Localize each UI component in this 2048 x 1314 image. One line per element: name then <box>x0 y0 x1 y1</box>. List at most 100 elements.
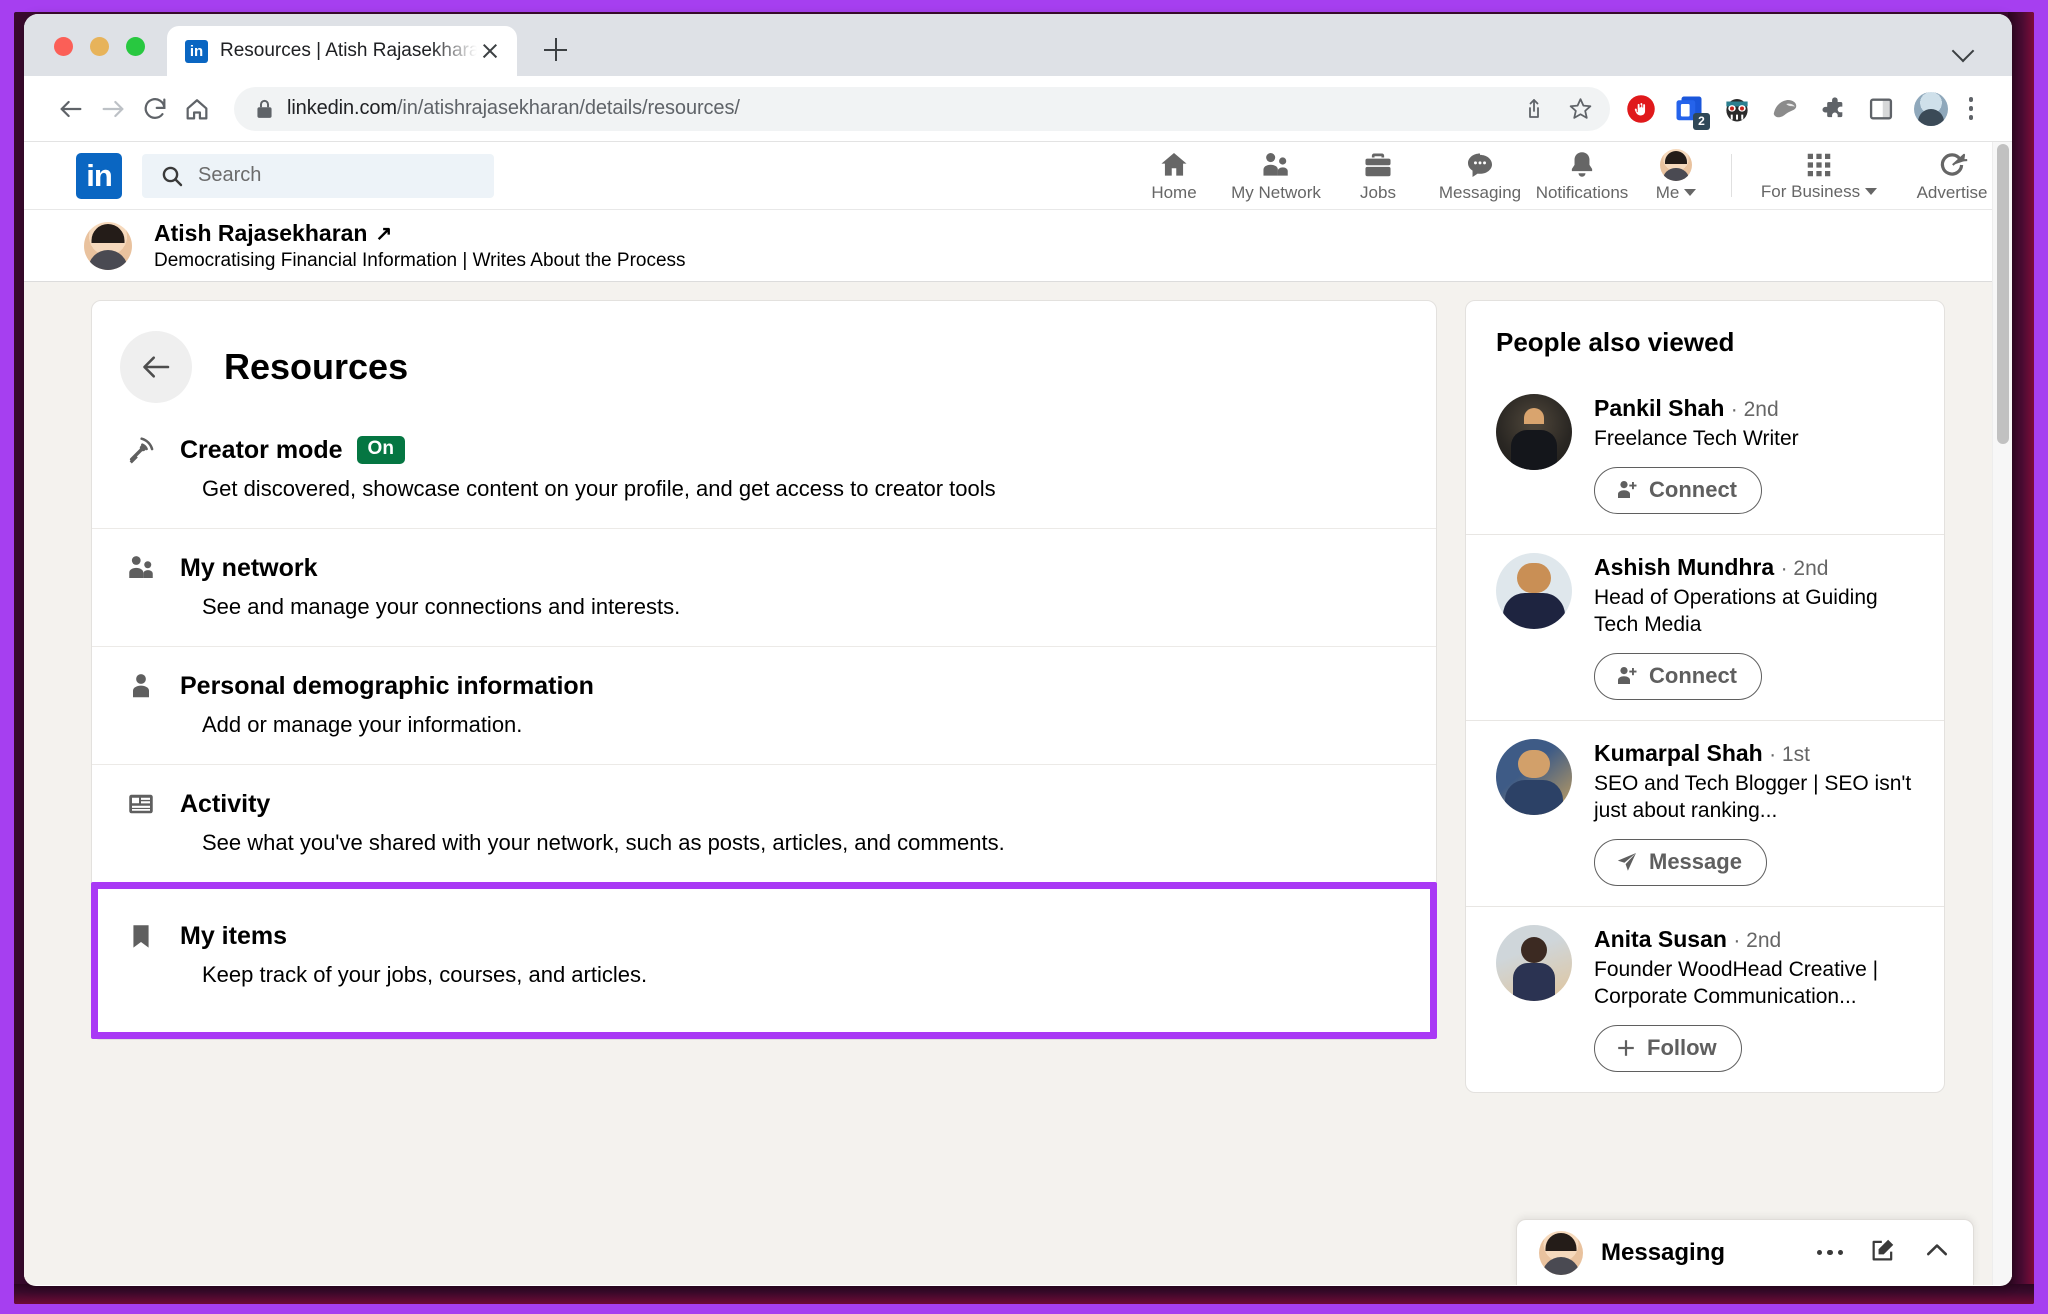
resource-item-title: My network <box>180 554 318 583</box>
close-tab-icon[interactable] <box>477 38 503 64</box>
person-body: Ashish Mundhra · 2nd Head of Operations … <box>1594 553 1918 700</box>
adblock-icon[interactable] <box>1618 86 1664 132</box>
browser-menu-kebab-icon[interactable] <box>1954 87 1988 131</box>
jobs-briefcase-icon <box>1362 149 1394 181</box>
nav-label: Messaging <box>1439 183 1521 203</box>
resource-item-title-row: Personal demographic information <box>180 672 594 701</box>
tab-manager-badge-count: 2 <box>1693 113 1710 130</box>
linkedin-logo[interactable]: in <box>76 153 122 199</box>
nav-label: Me <box>1656 183 1680 203</box>
maximize-window-button[interactable] <box>126 37 145 56</box>
nav-item-me[interactable]: Me <box>1633 142 1719 209</box>
search-input[interactable]: Search <box>142 154 494 198</box>
person-name: Pankil Shah <box>1594 395 1724 421</box>
browser-tab-strip: in Resources | Atish Rajasekharan <box>24 14 2012 76</box>
message-button[interactable]: Message <box>1594 839 1767 886</box>
browser-tab[interactable]: in Resources | Atish Rajasekharan <box>167 26 517 76</box>
reading-list-icon[interactable] <box>1858 86 1904 132</box>
tab-search-chevron-down-icon[interactable] <box>1952 38 1974 60</box>
url-text: linkedin.com/in/atishrajasekharan/detail… <box>287 97 740 120</box>
resource-item-my-network[interactable]: My network See and manage your connectio… <box>92 528 1436 646</box>
list-item[interactable]: Pankil Shah · 2nd Freelance Tech Writer … <box>1466 376 1944 534</box>
person-headline: Head of Operations at Guiding Tech Media <box>1594 585 1918 639</box>
my-network-icon <box>1260 149 1292 181</box>
avatar <box>1539 1231 1583 1275</box>
home-icon[interactable] <box>176 88 218 130</box>
chevron-down-icon <box>1684 189 1696 196</box>
person-name-row[interactable]: Pankil Shah · 2nd <box>1594 395 1779 421</box>
browser-extensions: 2 <box>1618 86 1904 132</box>
follow-button[interactable]: Follow <box>1594 1025 1742 1072</box>
page-scrollbar-thumb[interactable] <box>1997 144 2009 444</box>
page-viewport: in Search Home My Network <box>24 142 2012 1285</box>
nav-item-messaging[interactable]: Messaging <box>1429 142 1531 209</box>
profile-headline: Democratising Financial Information | Wr… <box>154 250 686 272</box>
browser-window: in Resources | Atish Rajasekharan <box>24 14 2012 1286</box>
close-window-button[interactable] <box>54 37 73 56</box>
share-icon[interactable] <box>1512 87 1556 131</box>
nav-label: Notifications <box>1536 183 1629 203</box>
address-bar[interactable]: linkedin.com/in/atishrajasekharan/detail… <box>234 87 1610 131</box>
nav-item-for-business[interactable]: For Business <box>1746 142 1892 209</box>
nav-item-notifications[interactable]: Notifications <box>1531 142 1633 209</box>
resource-item-subtitle: Add or manage your information. <box>202 712 1406 738</box>
nav-item-jobs[interactable]: Jobs <box>1327 142 1429 209</box>
privacy-badger-icon[interactable] <box>1714 86 1760 132</box>
messaging-dock[interactable]: Messaging <box>1516 1219 1974 1285</box>
forward-navigation-icon[interactable] <box>92 88 134 130</box>
compose-message-icon[interactable] <box>1869 1236 1897 1269</box>
resource-item-top: Creator mode On <box>124 433 1406 467</box>
list-item[interactable]: Anita Susan · 2nd Founder WoodHead Creat… <box>1466 906 1944 1092</box>
person-name-row[interactable]: Kumarpal Shah · 1st <box>1594 740 1810 766</box>
extensions-puzzle-icon[interactable] <box>1810 86 1856 132</box>
browser-profile-avatar[interactable] <box>1914 92 1948 126</box>
resources-card: Resources Creator mode On <box>91 300 1437 1040</box>
nav-item-my-network[interactable]: My Network <box>1225 142 1327 209</box>
resource-item-top: Personal demographic information <box>124 669 1406 703</box>
bookmark-star-icon[interactable] <box>1558 87 1602 131</box>
tab-manager-icon[interactable]: 2 <box>1666 86 1712 132</box>
avatar[interactable] <box>1496 925 1572 1001</box>
my-network-people-icon <box>124 551 158 585</box>
resource-item-personal-demographic-information[interactable]: Personal demographic information Add or … <box>92 646 1436 764</box>
more-options-icon[interactable] <box>1817 1250 1844 1256</box>
reload-icon[interactable] <box>134 88 176 130</box>
avatar[interactable] <box>1496 553 1572 629</box>
connect-button[interactable]: Connect <box>1594 653 1762 700</box>
linkedin-global-nav: in Search Home My Network <box>24 142 2012 210</box>
resource-item-subtitle: Keep track of your jobs, courses, and ar… <box>202 962 1400 988</box>
expand-chevron-up-icon[interactable] <box>1923 1236 1951 1269</box>
connect-button-label: Connect <box>1649 477 1737 503</box>
lock-icon <box>256 99 273 119</box>
list-item[interactable]: Kumarpal Shah · 1st SEO and Tech Blogger… <box>1466 720 1944 906</box>
profile-avatar[interactable] <box>84 222 132 270</box>
minimize-window-button[interactable] <box>90 37 109 56</box>
messaging-icon <box>1464 149 1496 181</box>
connect-button[interactable]: Connect <box>1594 467 1762 514</box>
window-traffic-lights <box>24 37 145 76</box>
page-scrollbar[interactable] <box>1992 142 2012 1285</box>
person-name-row[interactable]: Ashish Mundhra · 2nd <box>1594 554 1828 580</box>
new-tab-button[interactable] <box>533 28 577 72</box>
profile-name[interactable]: Atish Rajasekharan ↗ <box>154 220 686 247</box>
resource-item-activity[interactable]: Activity See what you've shared with you… <box>92 764 1436 882</box>
decorative-frame: in Resources | Atish Rajasekharan <box>0 0 2048 1314</box>
home-icon <box>1158 149 1190 181</box>
ghostery-icon[interactable] <box>1762 86 1808 132</box>
nav-item-home[interactable]: Home <box>1123 142 1225 209</box>
messaging-dock-title: Messaging <box>1601 1239 1725 1267</box>
profile-sub-bar: Atish Rajasekharan ↗ Democratising Finan… <box>24 210 2012 282</box>
list-item[interactable]: Ashish Mundhra · 2nd Head of Operations … <box>1466 534 1944 720</box>
connection-degree: · 2nd <box>1731 398 1779 421</box>
resource-item-top: My network <box>124 551 1406 585</box>
people-also-viewed-card: People also viewed Pankil Shah · 2nd Fre… <box>1465 300 1945 1093</box>
back-navigation-icon[interactable] <box>50 88 92 130</box>
avatar[interactable] <box>1496 739 1572 815</box>
arrow-left-icon <box>138 349 174 385</box>
resource-item-top: Activity <box>124 787 1406 821</box>
resource-item-my-items[interactable]: My items Keep track of your jobs, course… <box>98 889 1430 1032</box>
person-name-row[interactable]: Anita Susan · 2nd <box>1594 926 1781 952</box>
resource-item-creator-mode[interactable]: Creator mode On Get discovered, showcase… <box>92 411 1436 528</box>
back-button[interactable] <box>120 331 192 403</box>
avatar[interactable] <box>1496 394 1572 470</box>
